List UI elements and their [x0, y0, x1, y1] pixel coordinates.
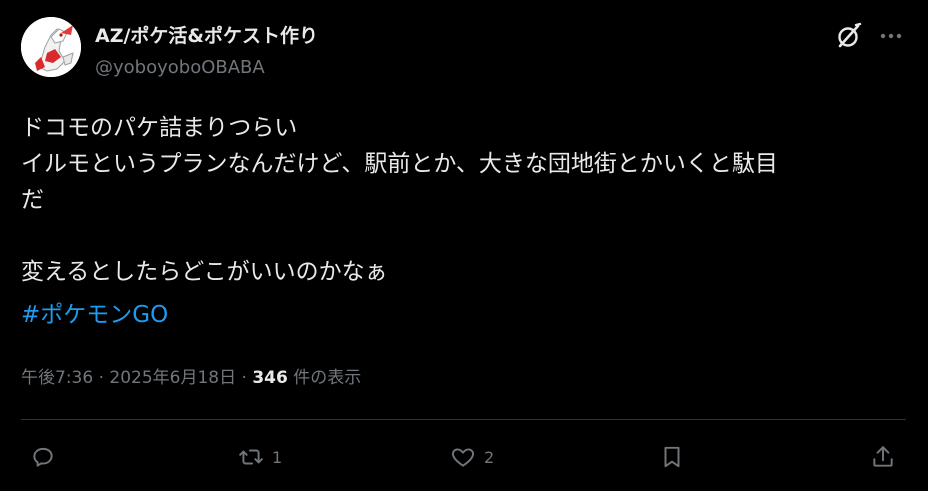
tweet-body: ドコモのパケ詰まりつらい イルモというプランなんだけど、駅前とか、大きな団地街と… [21, 110, 911, 290]
divider [21, 419, 906, 420]
pokemon-avatar-icon [21, 17, 81, 77]
share-button[interactable] [870, 441, 896, 473]
tweet-meta: 午後7:36 · 2025年6月18日 · 346 件の表示 [21, 366, 361, 390]
repost-button[interactable]: 1 [238, 441, 282, 473]
bookmark-icon [664, 446, 680, 468]
meta-separator: · [236, 368, 253, 388]
reply-icon [33, 447, 53, 467]
like-button[interactable]: 2 [450, 441, 494, 473]
avatar[interactable] [21, 17, 81, 77]
views-count: 346 [252, 368, 288, 388]
grok-icon[interactable] [834, 21, 864, 51]
heart-icon [452, 448, 474, 467]
hashtag-link[interactable]: #ポケモンGO [21, 297, 168, 333]
meta-separator: · [93, 368, 110, 388]
reply-button[interactable] [30, 441, 64, 473]
author-display-name[interactable]: AZ/ポケ活&ポケスト作り [95, 24, 318, 48]
tweet-date[interactable]: 2025年6月18日 [109, 368, 236, 388]
tweet-line: イルモというプランなんだけど、駅前とか、大きな団地街とかいくと駄目 [21, 151, 778, 177]
views-label: 件の表示 [287, 368, 362, 388]
tweet-line: ドコモのパケ詰まりつらい [21, 115, 298, 141]
repost-icon [239, 449, 263, 465]
share-icon [873, 446, 893, 467]
tweet-card: AZ/ポケ活&ポケスト作り @yoboyoboOBABA ドコモのパケ詰まりつら… [0, 0, 928, 491]
bookmark-button[interactable] [659, 441, 685, 473]
tweet-line: 変えるとしたらどこがいいのかなぁ [21, 259, 388, 285]
tweet-time[interactable]: 午後7:36 [21, 368, 93, 388]
repost-count: 1 [272, 447, 283, 467]
like-count: 2 [484, 447, 495, 467]
tweet-line: だ [21, 187, 44, 213]
tweet-line [21, 218, 911, 254]
more-icon[interactable] [876, 24, 906, 48]
author-handle[interactable]: @yoboyoboOBABA [95, 56, 265, 80]
